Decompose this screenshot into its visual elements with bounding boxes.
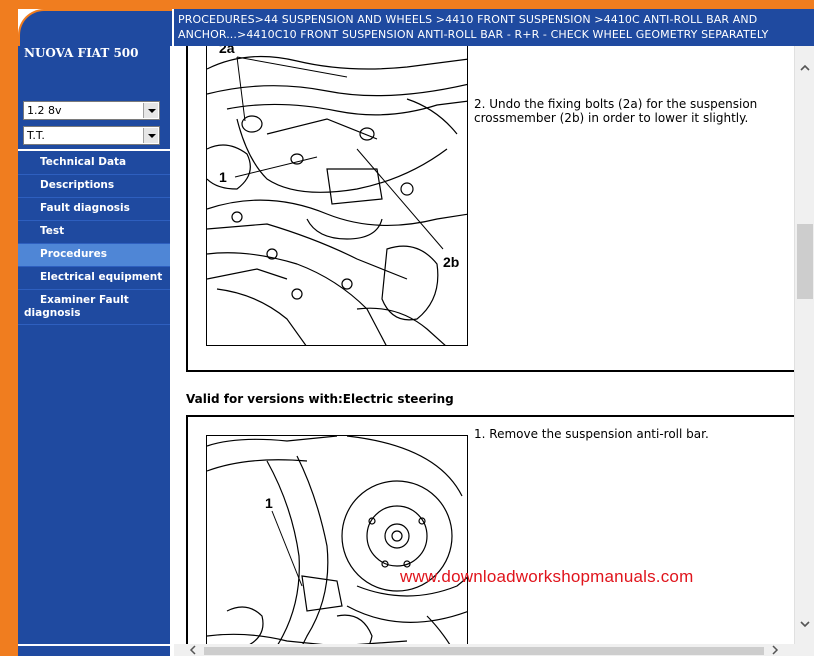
- sidebar-item-test[interactable]: Test: [18, 221, 170, 244]
- sidebar: NUOVA FIAT 500 1.2 8v T.T. Technical Dat…: [18, 46, 172, 656]
- sidebar-divider: [18, 149, 172, 151]
- chevron-left-icon[interactable]: [188, 645, 198, 655]
- sidebar-item-procedures[interactable]: Procedures: [18, 244, 170, 267]
- chevron-right-icon[interactable]: [770, 645, 780, 655]
- header-corner-fill: [20, 11, 172, 46]
- gearbox-select-value: T.T.: [27, 129, 45, 142]
- top-accent-bar: [18, 0, 814, 9]
- sidebar-item-technical-data[interactable]: Technical Data: [18, 152, 170, 175]
- horizontal-scroll-thumb[interactable]: [204, 647, 764, 655]
- sidebar-nav: Technical Data Descriptions Fault diagno…: [18, 152, 170, 325]
- chevron-up-icon[interactable]: [799, 62, 811, 74]
- procedure-content: 2a 1 2b 2. Undo the fixing bolts (2a) fo…: [174, 46, 794, 644]
- crossmember-illustration: 2a 1 2b: [207, 46, 467, 345]
- sidebar-item-fault-diagnosis[interactable]: Fault diagnosis: [18, 198, 170, 221]
- anti-roll-bar-diagram: 1: [206, 435, 468, 644]
- sidebar-item-electrical-equipment[interactable]: Electrical equipment: [18, 267, 170, 290]
- left-accent-strip: [0, 0, 18, 656]
- crossmember-diagram: 2a 1 2b: [206, 46, 468, 346]
- step-panel-anti-roll-bar: 1 1. Remove the suspension anti-roll bar…: [186, 415, 794, 644]
- callout-2a: 2a: [219, 46, 235, 56]
- step-panel-crossmember: 2a 1 2b 2. Undo the fixing bolts (2a) fo…: [186, 46, 794, 372]
- sidebar-item-examiner-fault-diagnosis[interactable]: Examiner Fault diagnosis: [18, 290, 170, 325]
- chevron-down-icon[interactable]: [143, 103, 158, 118]
- engine-select-value: 1.2 8v: [27, 104, 62, 117]
- vertical-scrollbar[interactable]: [794, 46, 814, 644]
- callout-1-second: 1: [265, 495, 273, 511]
- section-heading: Valid for versions with:Electric steerin…: [186, 392, 454, 406]
- callout-1: 1: [219, 169, 227, 185]
- chevron-down-icon[interactable]: [143, 128, 158, 143]
- watermark: www.downloadworkshopmanuals.com: [400, 567, 694, 586]
- gearbox-select[interactable]: T.T.: [23, 126, 160, 145]
- chevron-down-icon[interactable]: [799, 618, 811, 630]
- app-title: NUOVA FIAT 500: [24, 46, 139, 60]
- step-text-undo-bolts: 2. Undo the fixing bolts (2a) for the su…: [474, 97, 758, 125]
- horizontal-scrollbar[interactable]: [174, 644, 794, 656]
- engine-select[interactable]: 1.2 8v: [23, 101, 160, 120]
- step-text-remove-anti-roll-bar: 1. Remove the suspension anti-roll bar.: [474, 427, 709, 441]
- callout-2b: 2b: [443, 254, 459, 270]
- sidebar-item-descriptions[interactable]: Descriptions: [18, 175, 170, 198]
- anti-roll-bar-illustration: 1: [207, 436, 467, 644]
- scrollbar-corner: [794, 644, 814, 656]
- sidebar-bottom-divider: [18, 644, 172, 646]
- breadcrumb: PROCEDURES>44 SUSPENSION AND WHEELS >441…: [172, 9, 814, 46]
- vertical-scroll-thumb[interactable]: [797, 224, 813, 299]
